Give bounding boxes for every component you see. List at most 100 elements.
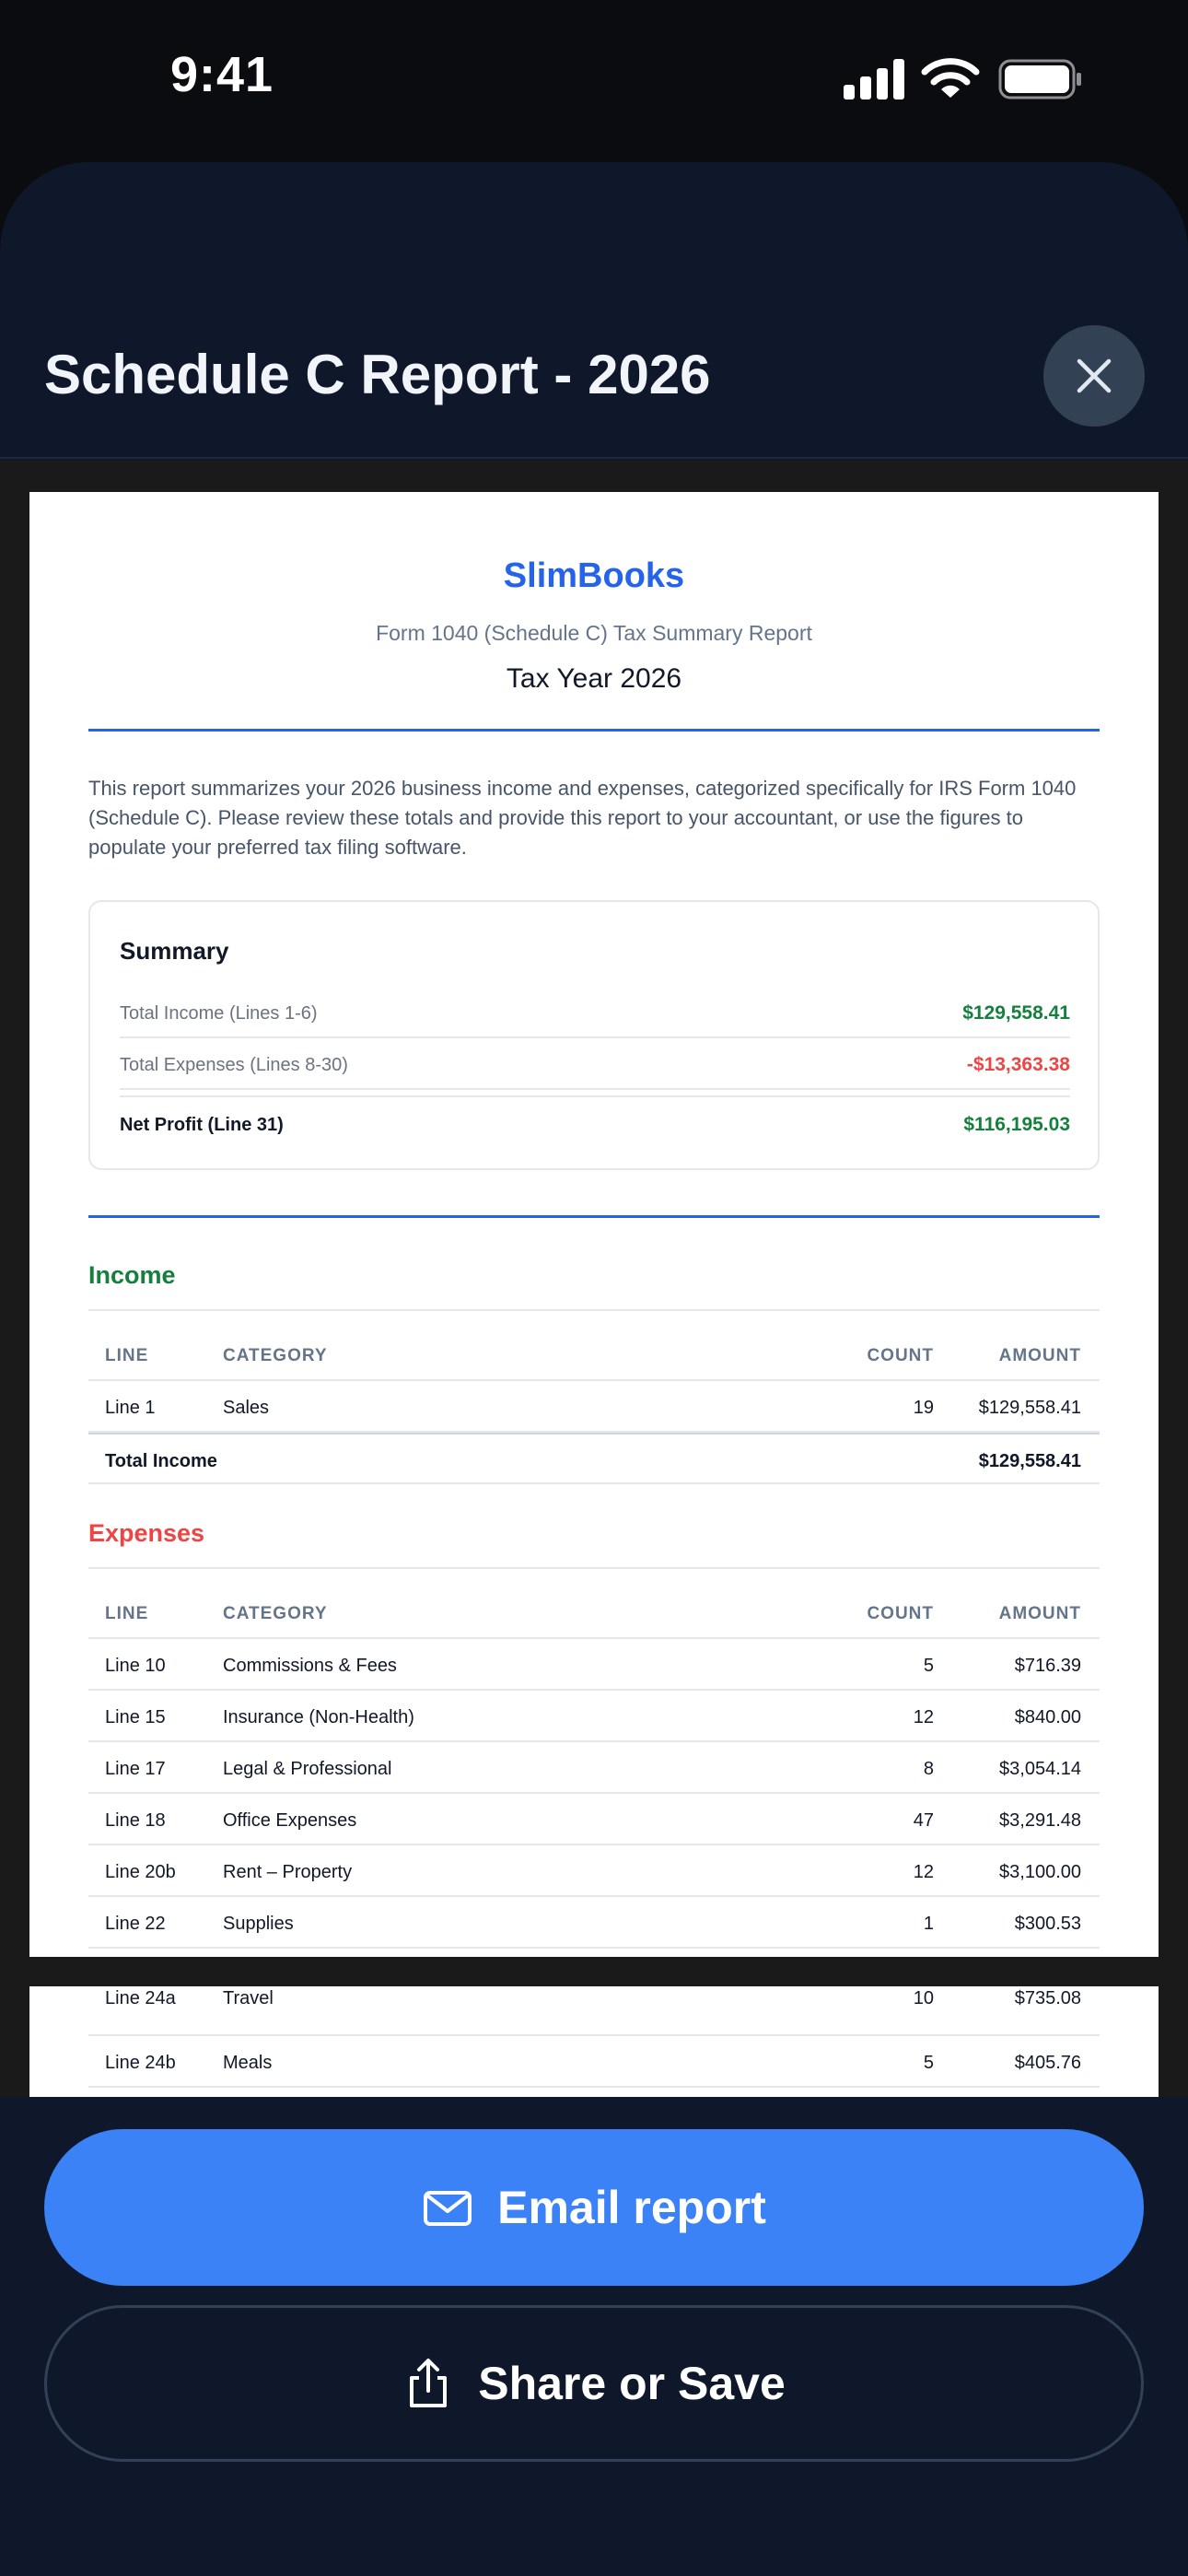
row-line: Line 24a <box>105 1988 176 2008</box>
row-category: Legal & Professional <box>223 1759 392 1779</box>
email-report-button[interactable]: Email report <box>44 2129 1144 2286</box>
expenses-table-header: LINE CATEGORY COUNT AMOUNT <box>88 1587 1100 1639</box>
expenses-title-rule <box>88 1567 1100 1569</box>
header-divider <box>88 729 1100 732</box>
row-amount: $3,100.00 <box>999 1862 1081 1882</box>
row-line: Line 20b <box>105 1862 176 1882</box>
share-or-save-button[interactable]: Share or Save <box>44 2305 1144 2462</box>
col-line: LINE <box>105 1604 149 1623</box>
report-sheet: Schedule C Report - 2026 SlimBooks Form … <box>0 162 1188 2576</box>
row-category: Supplies <box>223 1914 294 1934</box>
sheet-header: Schedule C Report - 2026 <box>0 162 1188 459</box>
row-count: 5 <box>923 1656 934 1676</box>
row-count: 1 <box>923 1914 934 1934</box>
summary-net-label: Net Profit (Line 31) <box>120 1115 284 1135</box>
expenses-table: LINE CATEGORY COUNT AMOUNT Line 10 Commi… <box>88 1587 1100 1949</box>
summary-income-row: Total Income (Lines 1-6) $129,558.41 <box>120 987 1070 1038</box>
row-line: Line 1 <box>105 1398 156 1418</box>
row-line: Line 22 <box>105 1914 166 1934</box>
col-count: COUNT <box>867 1346 934 1365</box>
report-tax-year: Tax Year 2026 <box>506 663 682 694</box>
report-page-1: SlimBooks Form 1040 (Schedule C) Tax Sum… <box>29 492 1159 1957</box>
row-category: Insurance (Non-Health) <box>223 1707 414 1727</box>
income-total-row: Total Income $129,558.41 <box>88 1433 1100 1484</box>
expenses-title: Expenses <box>88 1519 205 1547</box>
col-count: COUNT <box>867 1604 934 1623</box>
col-category: CATEGORY <box>223 1604 328 1623</box>
income-title: Income <box>88 1261 176 1289</box>
income-table-header: LINE CATEGORY COUNT AMOUNT <box>88 1329 1100 1381</box>
report-brand: SlimBooks <box>503 556 685 595</box>
table-row: Line 10 Commissions & Fees 5 $716.39 <box>88 1639 1100 1691</box>
row-count: 19 <box>913 1398 934 1418</box>
share-or-save-label: Share or Save <box>478 2358 786 2409</box>
summary-title: Summary <box>120 937 229 965</box>
row-category: Commissions & Fees <box>223 1656 397 1676</box>
row-amount: $716.39 <box>1014 1656 1081 1676</box>
row-line: Line 15 <box>105 1707 166 1727</box>
row-amount: $129,558.41 <box>978 1398 1081 1418</box>
row-line: Line 18 <box>105 1810 166 1831</box>
table-row: Line 15 Insurance (Non-Health) 12 $840.0… <box>88 1691 1100 1742</box>
col-line: LINE <box>105 1346 149 1365</box>
col-amount: AMOUNT <box>998 1346 1081 1365</box>
table-row: Line 20b Rent – Property 12 $3,100.00 <box>88 1845 1100 1897</box>
row-count: 8 <box>923 1759 934 1779</box>
row-amount: $405.76 <box>1014 2053 1081 2073</box>
row-category: Meals <box>223 2053 273 2073</box>
table-row: Line 1 Sales 19 $129,558.41 <box>88 1381 1100 1433</box>
wifi-icon <box>921 58 980 98</box>
email-report-label: Email report <box>497 2182 766 2233</box>
close-icon <box>1077 358 1112 393</box>
income-title-rule <box>88 1309 1100 1311</box>
expenses-table-continued: Line 24a Travel 10 $735.08 Line 24b Meal… <box>88 1986 1100 2088</box>
status-bar: 9:41 <box>0 0 1188 162</box>
row-amount: $840.00 <box>1014 1707 1081 1727</box>
share-icon <box>410 2359 448 2407</box>
report-subtitle: Form 1040 (Schedule C) Tax Summary Repor… <box>376 621 812 645</box>
summary-income-label: Total Income (Lines 1-6) <box>120 1003 318 1024</box>
table-row: Line 22 Supplies 1 $300.53 <box>88 1897 1100 1949</box>
row-count: 12 <box>913 1707 934 1727</box>
signal-icon <box>844 59 904 100</box>
table-row: Line 18 Office Expenses 47 $3,291.48 <box>88 1794 1100 1845</box>
row-amount: $300.53 <box>1014 1914 1081 1934</box>
status-time: 9:41 <box>170 47 274 102</box>
summary-net-value: $116,195.03 <box>963 1114 1070 1135</box>
col-category: CATEGORY <box>223 1346 328 1365</box>
row-amount: $3,291.48 <box>999 1810 1081 1831</box>
col-amount: AMOUNT <box>998 1604 1081 1623</box>
battery-icon <box>998 59 1081 100</box>
report-preview[interactable]: SlimBooks Form 1040 (Schedule C) Tax Sum… <box>0 461 1188 2097</box>
row-count: 47 <box>913 1810 934 1831</box>
summary-net-row: Net Profit (Line 31) $116,195.03 <box>120 1095 1070 1142</box>
report-page-2: Line 24a Travel 10 $735.08 Line 24b Meal… <box>29 1986 1159 2097</box>
mail-icon <box>424 2191 472 2226</box>
income-total-label: Total Income <box>105 1451 217 1471</box>
row-line: Line 10 <box>105 1656 166 1676</box>
row-amount: $735.08 <box>1014 1988 1081 2008</box>
summary-income-value: $129,558.41 <box>962 1002 1070 1024</box>
table-row: Line 24a Travel 10 $735.08 <box>88 1986 1100 2036</box>
report-intro: This report summarizes your 2026 busines… <box>88 777 1077 859</box>
row-count: 12 <box>913 1862 934 1882</box>
row-category: Office Expenses <box>223 1810 357 1831</box>
row-category: Sales <box>223 1398 270 1418</box>
row-category: Rent – Property <box>223 1862 353 1882</box>
summary-divider <box>88 1215 1100 1218</box>
summary-card: Summary Total Income (Lines 1-6) $129,55… <box>88 900 1100 1170</box>
summary-expenses-row: Total Expenses (Lines 8-30) -$13,363.38 <box>120 1038 1070 1090</box>
sheet-title: Schedule C Report - 2026 <box>44 344 711 405</box>
summary-expenses-label: Total Expenses (Lines 8-30) <box>120 1055 348 1075</box>
income-table: LINE CATEGORY COUNT AMOUNT Line 1 Sales … <box>88 1329 1100 1484</box>
income-total-value: $129,558.41 <box>978 1451 1081 1471</box>
row-category: Travel <box>223 1988 274 2008</box>
row-count: 10 <box>913 1988 934 2008</box>
screen: 9:41 Schedule C Report - 2026 SlimBooks … <box>0 0 1188 2576</box>
row-line: Line 24b <box>105 2053 176 2073</box>
close-button[interactable] <box>1043 325 1145 427</box>
summary-expenses-value: -$13,363.38 <box>966 1054 1070 1075</box>
row-amount: $3,054.14 <box>999 1759 1081 1779</box>
row-count: 5 <box>923 2053 934 2073</box>
row-line: Line 17 <box>105 1759 166 1779</box>
